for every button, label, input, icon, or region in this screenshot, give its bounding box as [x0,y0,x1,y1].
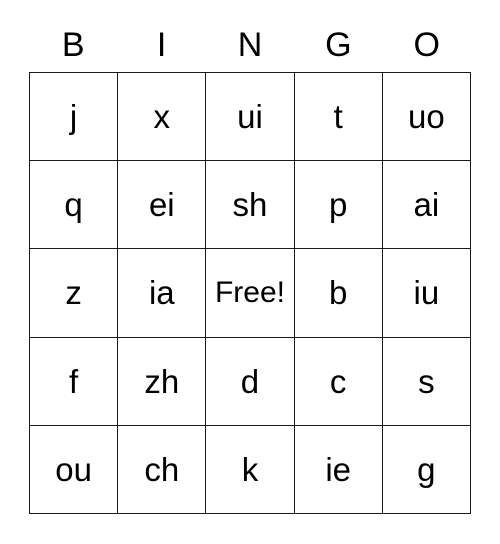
bingo-cell[interactable]: x [118,73,207,162]
bingo-cell[interactable]: ie [294,425,383,514]
bingo-cell[interactable]: q [30,161,119,250]
bingo-cell[interactable]: uo [382,73,471,162]
bingo-header-o: O [413,26,440,64]
bingo-cell[interactable]: t [294,73,383,162]
bingo-grid: j x ui t uo q ei sh p ai z ia Free! b iu… [29,72,471,514]
bingo-cell[interactable]: zh [118,337,207,426]
bingo-row: j x ui t uo [30,73,471,162]
bingo-cell[interactable]: d [206,337,295,426]
bingo-cell[interactable]: z [30,249,119,338]
bingo-header-i: I [156,26,167,64]
bingo-cell[interactable]: k [206,425,295,514]
bingo-cell[interactable]: sh [206,161,295,250]
bingo-header-g: G [325,26,352,64]
bingo-cell[interactable]: ia [118,249,207,338]
bingo-cell[interactable]: ui [206,73,295,162]
bingo-header-row: B I N G O [29,18,471,72]
bingo-header-n: N [237,26,263,64]
bingo-header-b: B [61,26,85,64]
bingo-cell[interactable]: ou [30,425,119,514]
bingo-cell[interactable]: ch [118,425,207,514]
bingo-cell[interactable]: g [382,425,471,514]
bingo-cell-free-space[interactable]: Free! [206,249,295,338]
bingo-cell[interactable]: c [294,337,383,426]
bingo-cell[interactable]: f [30,337,119,426]
bingo-row: ou ch k ie g [30,425,471,514]
bingo-cell[interactable]: iu [382,249,471,338]
bingo-row: q ei sh p ai [30,161,471,250]
bingo-cell[interactable]: b [294,249,383,338]
bingo-cell[interactable]: p [294,161,383,250]
bingo-row: z ia Free! b iu [30,249,471,338]
bingo-cell[interactable]: ei [118,161,207,250]
bingo-card: B I N G O j x ui t uo q ei sh p ai z ia … [29,18,471,514]
bingo-cell[interactable]: j [30,73,119,162]
bingo-cell[interactable]: s [382,337,471,426]
bingo-cell[interactable]: ai [382,161,471,250]
bingo-row: f zh d c s [30,337,471,426]
